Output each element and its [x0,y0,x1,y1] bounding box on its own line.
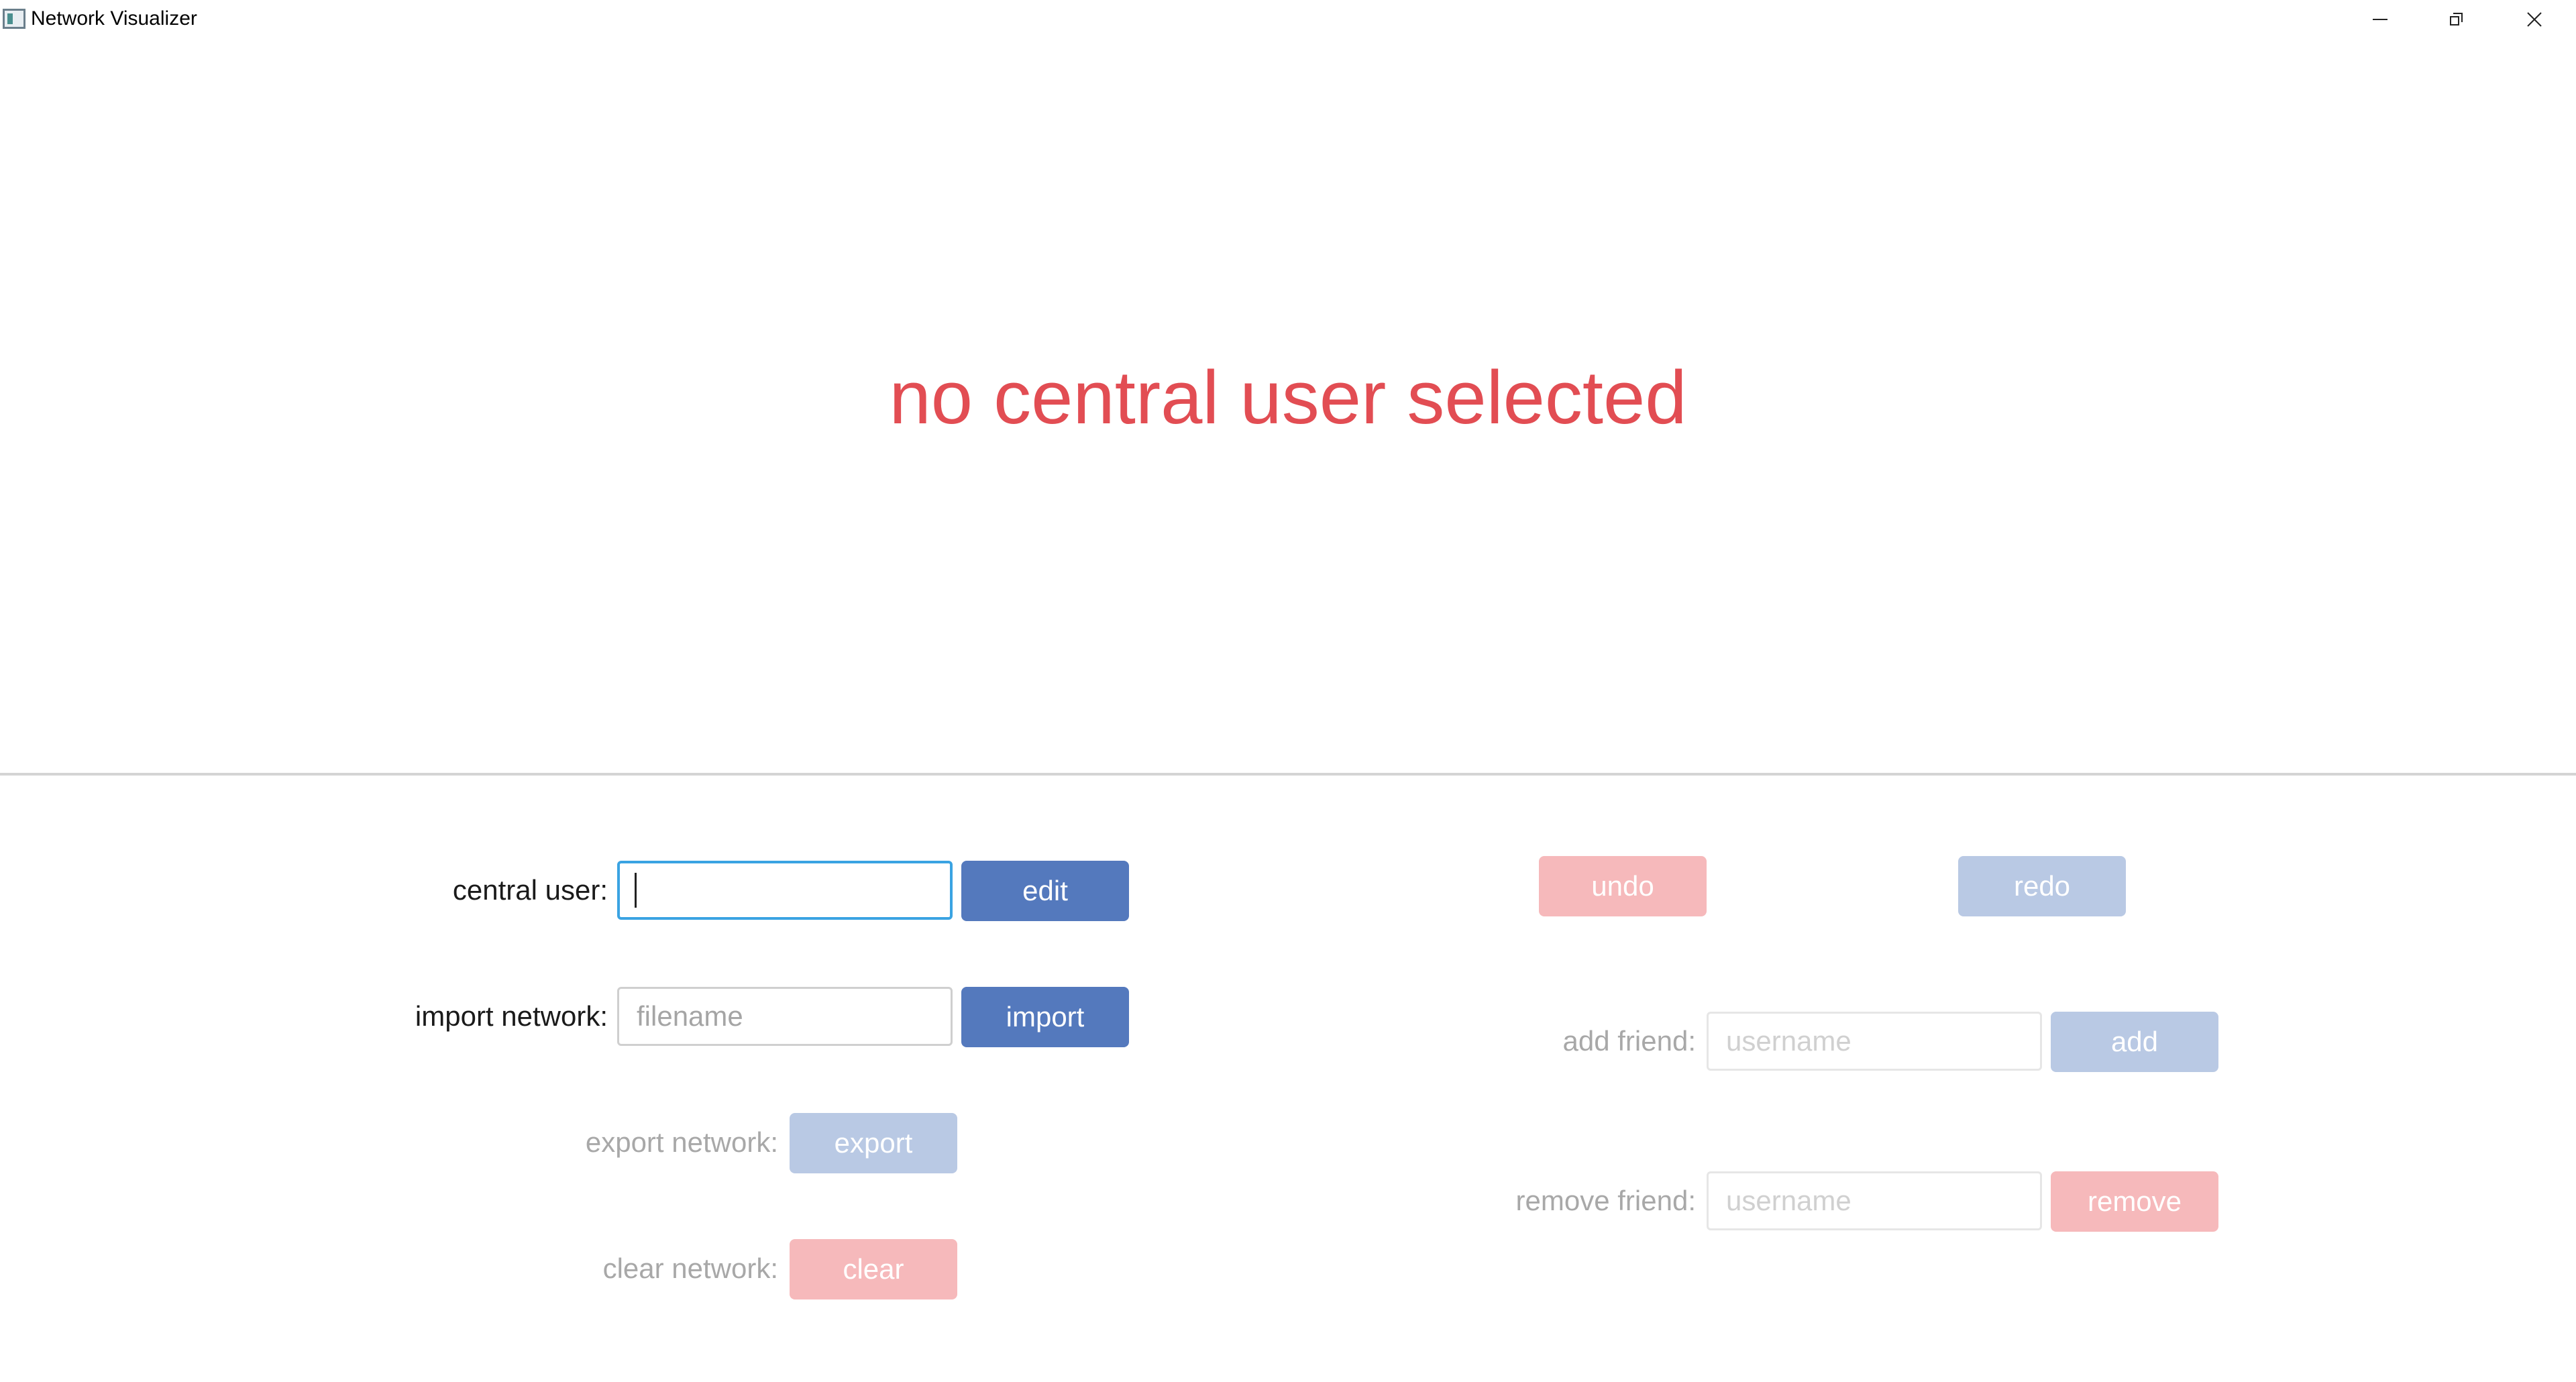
add-friend-label: add friend: [1562,1025,1696,1057]
remove-friend-label: remove friend: [1515,1185,1696,1216]
undo-button[interactable]: undo [1539,856,1707,916]
import-network-label: import network: [415,1000,608,1032]
network-canvas[interactable]: no central user selected [0,39,2576,773]
close-button[interactable] [2496,0,2573,39]
restore-icon [2450,13,2463,26]
central-user-input[interactable] [617,861,953,920]
app-window: Network Visualizer no central user selec… [0,0,2576,1382]
text-caret [635,873,637,908]
export-button[interactable]: export [790,1113,957,1173]
status-message: no central user selected [889,356,1687,439]
clear-network-label: clear network: [602,1253,778,1284]
minimize-icon [2373,19,2387,20]
remove-button[interactable]: remove [2051,1171,2218,1232]
clear-button[interactable]: clear [790,1239,957,1299]
remove-friend-input[interactable] [1707,1171,2042,1230]
import-button[interactable]: import [961,987,1129,1047]
add-button[interactable]: add [2051,1012,2218,1072]
panel-divider [0,773,2576,776]
redo-button[interactable]: redo [1958,856,2126,916]
app-icon [3,9,25,29]
window-title: Network Visualizer [31,7,197,30]
close-icon [2527,12,2542,27]
edit-button[interactable]: edit [961,861,1129,921]
restore-button[interactable] [2418,0,2496,39]
export-network-label: export network: [585,1126,778,1158]
central-user-label: central user: [452,874,608,906]
minimize-button[interactable] [2341,0,2419,39]
filename-input[interactable] [617,987,953,1046]
title-bar: Network Visualizer [0,0,2576,39]
add-friend-input[interactable] [1707,1012,2042,1071]
